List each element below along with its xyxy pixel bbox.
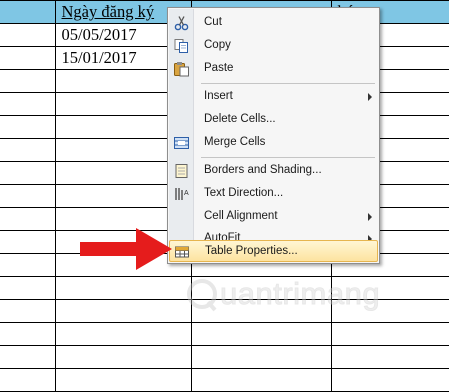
watermark-logo-icon: [187, 279, 217, 312]
menu-item-text-direction[interactable]: A Text Direction...: [169, 183, 378, 205]
table-cell[interactable]: [0, 299, 56, 323]
menu-item-label: Table Properties...: [205, 245, 298, 257]
menu-item-cell-alignment[interactable]: Cell Alignment: [169, 206, 378, 228]
menu-item-paste[interactable]: Paste: [169, 58, 378, 80]
menu-item-label: Borders and Shading...: [204, 164, 322, 176]
table-cell[interactable]: [190, 322, 332, 346]
table-cell[interactable]: [0, 276, 56, 300]
menu-item-label: Cell Alignment: [204, 210, 278, 222]
menu-item-delete-cells[interactable]: Delete Cells...: [169, 109, 378, 131]
table-cell[interactable]: [54, 322, 192, 346]
menu-item-borders-shading[interactable]: Borders and Shading...: [169, 160, 378, 182]
table-cell[interactable]: [0, 322, 56, 346]
table-properties-icon: [175, 246, 189, 258]
menu-item-table-properties[interactable]: Table Properties...: [169, 240, 378, 262]
scissors-icon: [174, 16, 189, 31]
borders-shading-icon: [175, 164, 188, 178]
table-cell[interactable]: [54, 276, 192, 300]
svg-text:A: A: [184, 190, 189, 197]
table-row: [0, 368, 449, 392]
table-row: [0, 322, 449, 346]
table-cell[interactable]: [0, 161, 56, 185]
menu-item-label: Text Direction...: [204, 187, 284, 199]
table-cell[interactable]: [54, 368, 192, 392]
table-cell[interactable]: [190, 345, 332, 369]
table-cell[interactable]: [0, 138, 56, 162]
watermark-text: uantrimang: [219, 276, 381, 312]
table-cell[interactable]: [54, 299, 192, 323]
table-cell[interactable]: [330, 368, 449, 392]
menu-item-label: Copy: [204, 39, 231, 51]
submenu-arrow-icon: [368, 93, 372, 101]
table-cell[interactable]: [0, 46, 56, 70]
text-direction-icon: A: [175, 188, 189, 200]
table-cell[interactable]: [190, 368, 332, 392]
table-cell[interactable]: [330, 345, 449, 369]
menu-item-label: Insert: [204, 90, 233, 102]
menu-item-copy[interactable]: Copy: [169, 35, 378, 57]
table-cell[interactable]: [0, 345, 56, 369]
menu-item-cut[interactable]: Cut: [169, 12, 378, 34]
table-row: [0, 345, 449, 369]
menu-item-label: Delete Cells...: [204, 113, 276, 125]
menu-item-label: Merge Cells: [204, 136, 266, 148]
red-pointer-arrow: [80, 228, 172, 270]
paste-icon: [174, 62, 189, 77]
table-cell[interactable]: [0, 230, 56, 254]
table-cell[interactable]: [0, 253, 56, 277]
menu-item-merge-cells[interactable]: Merge Cells: [169, 132, 378, 154]
table-cell[interactable]: [0, 368, 56, 392]
table-context-menu: Cut Copy Paste Insert Delete Cells... Me…: [167, 7, 380, 264]
table-cell[interactable]: [0, 23, 56, 47]
table-cell[interactable]: [0, 207, 56, 231]
copy-icon: [174, 39, 188, 53]
menu-separator: [201, 83, 375, 84]
menu-item-label: Paste: [204, 62, 234, 74]
merge-cells-icon: [174, 137, 189, 149]
menu-separator: [201, 157, 375, 158]
menu-item-label: Cut: [204, 16, 222, 28]
table-cell[interactable]: [0, 69, 56, 93]
table-cell[interactable]: [54, 345, 192, 369]
submenu-arrow-icon: [368, 213, 372, 221]
watermark: uantrimang: [186, 274, 426, 318]
table-cell[interactable]: [0, 0, 56, 24]
table-cell[interactable]: [330, 322, 449, 346]
table-cell[interactable]: [0, 184, 56, 208]
menu-item-insert[interactable]: Insert: [169, 86, 378, 108]
table-cell[interactable]: [0, 92, 56, 116]
table-cell[interactable]: [0, 115, 56, 139]
